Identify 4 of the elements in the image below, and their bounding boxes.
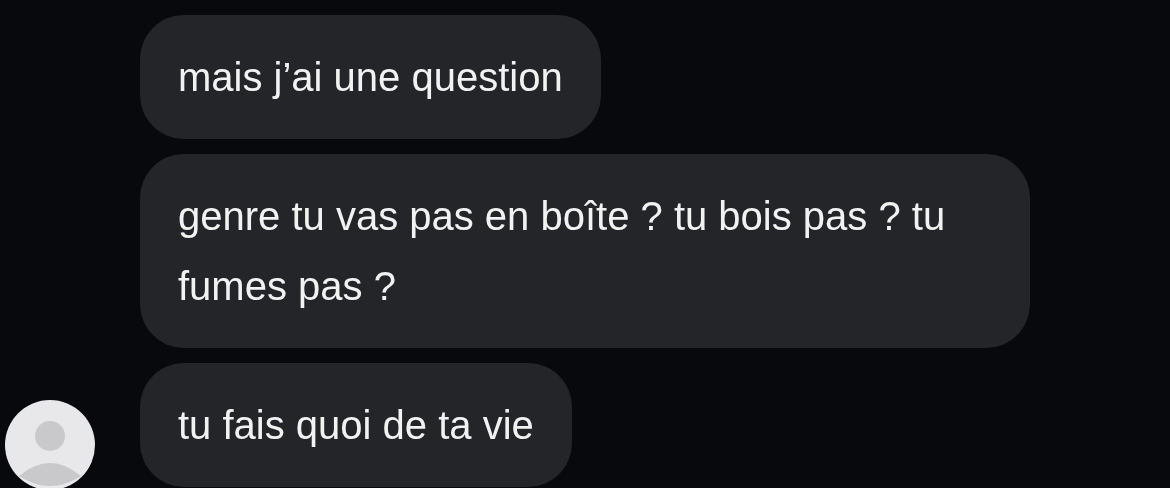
- message-bubble: mais j’ai une question: [140, 15, 601, 139]
- avatar-icon: [5, 400, 95, 488]
- message-bubble: genre tu vas pas en boîte ? tu bois pas ? tu fumes pas ?: [140, 154, 1030, 348]
- message-bubble: tu fais quoi de ta vie: [140, 363, 572, 487]
